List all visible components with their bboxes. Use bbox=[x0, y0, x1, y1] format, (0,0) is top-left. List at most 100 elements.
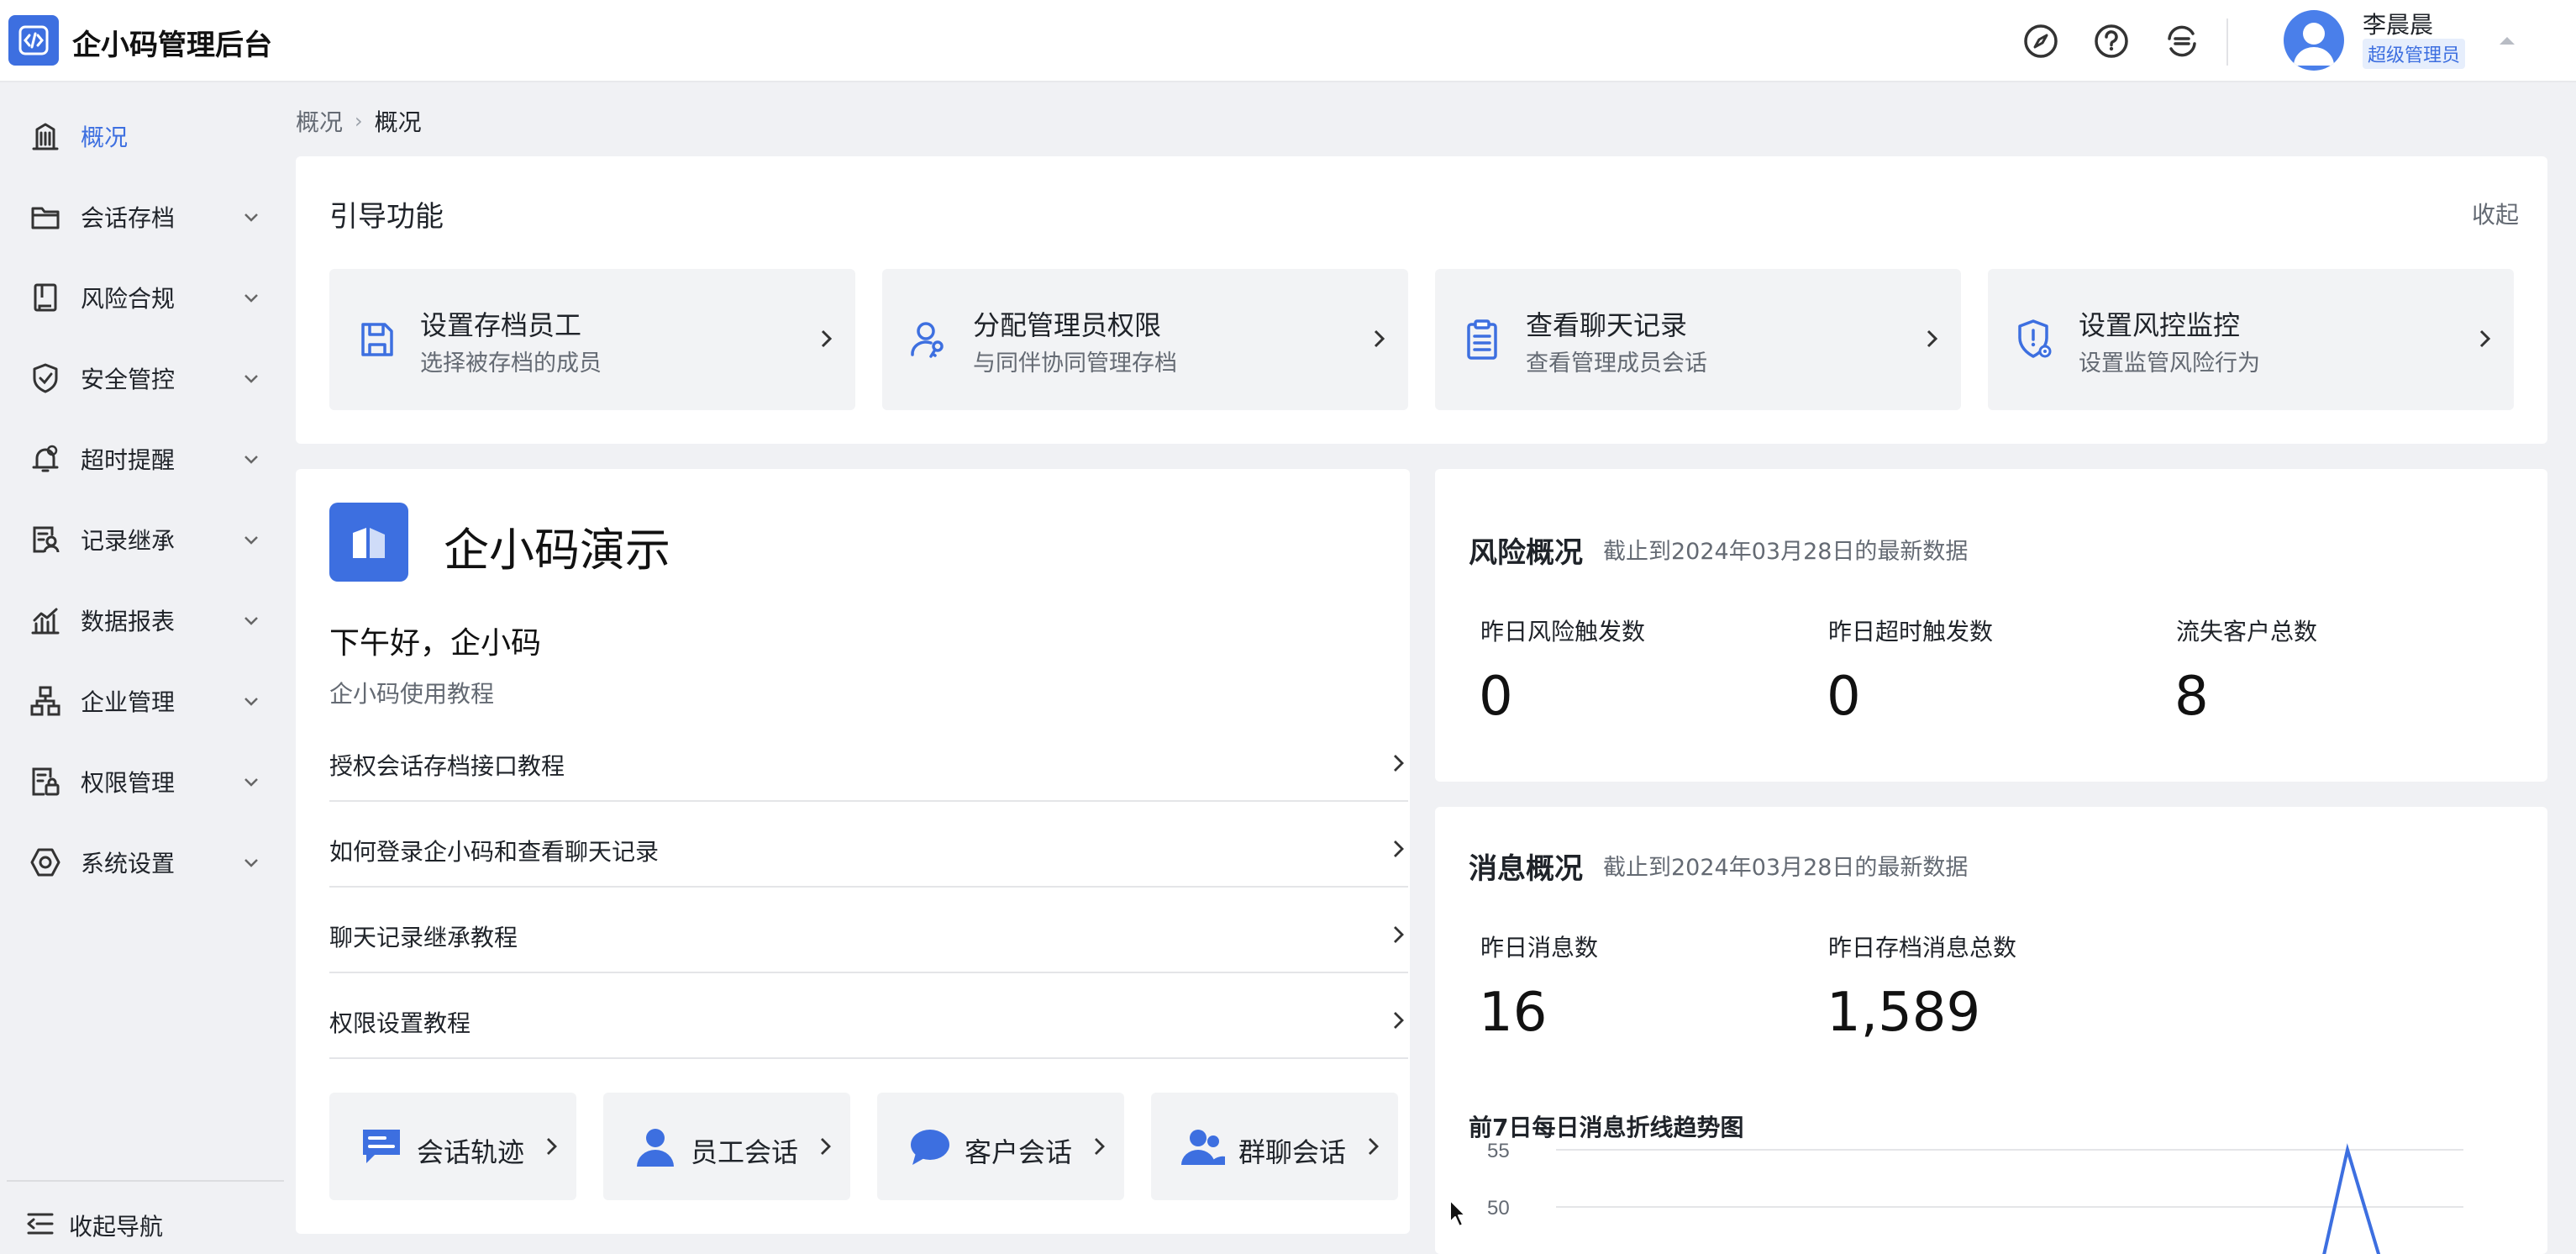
speech-bubble-icon bbox=[907, 1126, 951, 1167]
user-record-icon bbox=[29, 523, 62, 556]
collapse-nav-label: 收起导航 bbox=[69, 1213, 164, 1241]
tutorial-link[interactable]: 如何登录企小码和查看聊天记录 bbox=[329, 804, 1408, 888]
quick-link-staff-chat[interactable]: 员工会话 bbox=[603, 1093, 850, 1200]
sidebar-divider bbox=[7, 1180, 284, 1182]
chevron-right-icon bbox=[1386, 1009, 1410, 1032]
folder-icon bbox=[29, 200, 62, 234]
metric-value: 8 bbox=[2174, 666, 2209, 728]
quick-link-group-chat[interactable]: 群聊会话 bbox=[1151, 1093, 1398, 1200]
chevron-down-icon bbox=[240, 367, 262, 389]
sidebar-item-chat-archive[interactable]: 会话存档 bbox=[0, 183, 286, 250]
metric-value: 16 bbox=[1479, 982, 1548, 1044]
chart-grid bbox=[1556, 1149, 2463, 1208]
person-icon bbox=[633, 1126, 677, 1167]
metric-label: 昨日存档消息总数 bbox=[1828, 934, 2017, 962]
guide-tile-subtitle: 与同伴协同管理存档 bbox=[973, 350, 1177, 377]
breadcrumb: 概况 › 概况 bbox=[296, 104, 422, 138]
tutorial-link[interactable]: 权限设置教程 bbox=[329, 975, 1408, 1059]
tutorial-label: 如何登录企小码和查看聊天记录 bbox=[329, 838, 660, 866]
sidebar-item-overview[interactable]: 概况 bbox=[0, 103, 286, 170]
metric-value: 0 bbox=[1479, 666, 1513, 728]
chart-y-tick-label: 50 bbox=[1487, 1197, 1510, 1220]
tutorial-label: 权限设置教程 bbox=[329, 1009, 471, 1037]
tutorial-label: 聊天记录继承教程 bbox=[329, 924, 518, 951]
sidebar-item-enterprise[interactable]: 企业管理 bbox=[0, 667, 286, 735]
chevron-right-icon bbox=[1919, 326, 1944, 351]
breadcrumb-separator-icon: › bbox=[355, 109, 363, 133]
sidebar-item-label: 企业管理 bbox=[81, 688, 176, 716]
greeting: 下午好，企小码 bbox=[329, 626, 542, 661]
sidebar-item-risk-compliance[interactable]: 风险合规 bbox=[0, 264, 286, 331]
chevron-down-icon bbox=[240, 206, 262, 228]
guide-tile-title: 设置存档员工 bbox=[420, 309, 582, 341]
group-icon bbox=[1181, 1126, 1225, 1167]
sidebar-item-label: 安全管控 bbox=[81, 366, 176, 393]
avatar[interactable] bbox=[2284, 10, 2344, 71]
sidebar-item-permission[interactable]: 权限管理 bbox=[0, 748, 286, 815]
user-name[interactable]: 李晨晨 bbox=[2363, 7, 2433, 40]
chevron-right-icon bbox=[1361, 1135, 1385, 1158]
mouse-cursor-icon bbox=[1448, 1199, 1469, 1232]
clipboard-icon bbox=[1459, 316, 1506, 363]
caret-up-icon[interactable] bbox=[2497, 34, 2517, 50]
switch-icon[interactable] bbox=[2163, 22, 2201, 61]
metric-label: 昨日风险触发数 bbox=[1480, 618, 1646, 645]
chevron-right-icon bbox=[1386, 751, 1410, 775]
sidebar-item-label: 会话存档 bbox=[81, 204, 176, 232]
message-subtitle: 截止到2024年03月28日的最新数据 bbox=[1603, 855, 1969, 881]
chat-track-icon bbox=[360, 1126, 403, 1167]
chevron-down-icon bbox=[240, 287, 262, 308]
shield-alert-icon bbox=[2011, 316, 2058, 363]
quick-link-customer-chat[interactable]: 客户会话 bbox=[877, 1093, 1124, 1200]
help-icon[interactable] bbox=[2092, 22, 2131, 61]
chevron-down-icon bbox=[240, 851, 262, 873]
tutorial-link[interactable]: 授权会话存档接口教程 bbox=[329, 718, 1408, 802]
breadcrumb-parent[interactable]: 概况 bbox=[296, 104, 343, 138]
guide-tile-view-chats[interactable]: 查看聊天记录 查看管理成员会话 bbox=[1435, 269, 1961, 410]
breadcrumb-current: 概况 bbox=[374, 108, 422, 136]
collapse-nav-button[interactable]: 收起导航 bbox=[25, 1209, 163, 1242]
top-bar: 企小码管理后台 李晨晨 超级管理员 bbox=[0, 0, 2576, 82]
shield-check-icon bbox=[29, 361, 62, 395]
guide-tile-subtitle: 选择被存档的成员 bbox=[420, 350, 602, 377]
risk-subtitle: 截止到2024年03月28日的最新数据 bbox=[1603, 539, 1969, 565]
quick-link-label: 客户会话 bbox=[965, 1136, 1073, 1168]
tutorial-label: 授权会话存档接口教程 bbox=[329, 752, 565, 780]
building-icon bbox=[29, 119, 62, 153]
guide-tile-risk-monitor[interactable]: 设置风控监控 设置监管风险行为 bbox=[1988, 269, 2514, 410]
chevron-right-icon bbox=[539, 1135, 563, 1158]
quick-link-label: 群聊会话 bbox=[1238, 1136, 1347, 1168]
message-title: 消息概况 bbox=[1469, 852, 1583, 886]
sidebar-item-timeout-alert[interactable]: 超时提醒 bbox=[0, 425, 286, 493]
sidebar-item-record-inherit[interactable]: 记录继承 bbox=[0, 506, 286, 573]
chart-y-ticks: 55 50 bbox=[1487, 1140, 1510, 1220]
sidebar-item-data-report[interactable]: 数据报表 bbox=[0, 587, 286, 654]
sidebar-item-system-settings[interactable]: 系统设置 bbox=[0, 829, 286, 896]
app-logo-icon[interactable] bbox=[8, 15, 59, 66]
guide-tile-title: 查看聊天记录 bbox=[1526, 309, 1688, 341]
tutorial-link[interactable]: 聊天记录继承教程 bbox=[329, 889, 1408, 973]
metric-value: 1,589 bbox=[1827, 982, 1981, 1044]
chevron-right-icon bbox=[813, 1135, 837, 1158]
app-title: 企小码管理后台 bbox=[72, 29, 272, 62]
guide-tile-assign-admin[interactable]: 分配管理员权限 与同伴协同管理存档 bbox=[882, 269, 1408, 410]
tutorial-heading: 企小码使用教程 bbox=[329, 680, 495, 708]
guide-tile-archive-staff[interactable]: 设置存档员工 选择被存档的成员 bbox=[329, 269, 855, 410]
guide-collapse-button[interactable]: 收起 bbox=[2472, 197, 2519, 230]
collapse-menu-icon bbox=[25, 1211, 55, 1240]
sidebar: 概况 会话存档 风险合规 安全管控 超时提醒 记录继承 数据报表 企业管理 权限… bbox=[0, 82, 286, 1254]
quick-link-chat-track[interactable]: 会话轨迹 bbox=[329, 1093, 576, 1200]
guide-card: 引导功能 收起 设置存档员工 选择被存档的成员 分配管理员权限 与同伴协同管理存… bbox=[296, 156, 2547, 444]
sidebar-item-security[interactable]: 安全管控 bbox=[0, 345, 286, 412]
metric-label: 流失客户总数 bbox=[2176, 618, 2318, 645]
chevron-down-icon bbox=[240, 690, 262, 712]
company-logo-icon bbox=[329, 503, 408, 582]
risk-overview-card: 风险概况 截止到2024年03月28日的最新数据 昨日风险触发数 0 昨日超时触… bbox=[1435, 469, 2547, 782]
compass-icon[interactable] bbox=[2021, 22, 2060, 61]
message-overview-card: 消息概况 截止到2024年03月28日的最新数据 昨日消息数 16 昨日存档消息… bbox=[1435, 807, 2547, 1254]
guide-title: 引导功能 bbox=[329, 200, 444, 234]
guide-tile-title: 设置风控监控 bbox=[2079, 309, 2241, 341]
sidebar-item-label: 概况 bbox=[81, 124, 129, 151]
trend-chart: 55 50 bbox=[1487, 1140, 2463, 1254]
user-key-icon bbox=[906, 316, 953, 363]
